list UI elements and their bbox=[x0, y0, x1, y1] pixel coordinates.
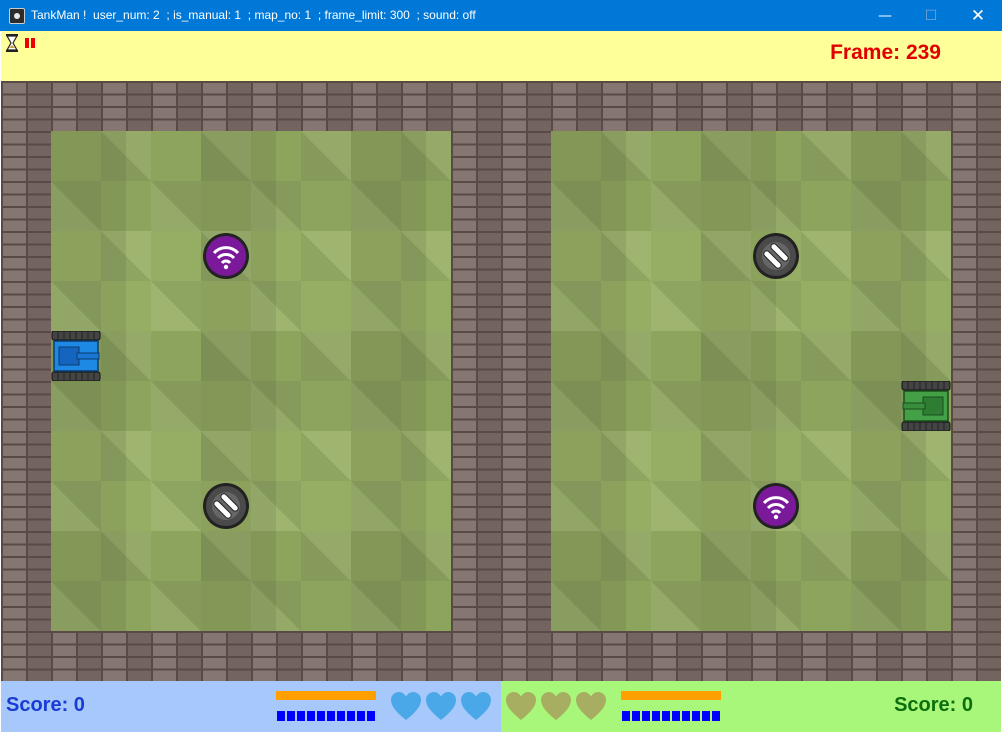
wall-center-divider bbox=[451, 131, 551, 631]
wall-right bbox=[951, 131, 1001, 631]
grass-area-left bbox=[51, 131, 451, 631]
player2-life-heart-icon bbox=[541, 692, 571, 720]
player1-fuel-bar bbox=[276, 691, 376, 700]
window-title: TankMan ! user_num: 2 ; is_manual: 1 ; m… bbox=[31, 8, 476, 22]
app-icon bbox=[9, 8, 25, 24]
player2-life-heart-icon bbox=[506, 692, 536, 720]
player1-life-heart-icon bbox=[426, 692, 456, 720]
ammo-cell bbox=[652, 711, 660, 721]
ammo-cell bbox=[297, 711, 305, 721]
pause-icon[interactable] bbox=[25, 38, 35, 48]
ammo-cell bbox=[682, 711, 690, 721]
minimize-button[interactable]: — bbox=[862, 0, 908, 31]
bullet-station-icon bbox=[753, 233, 799, 279]
bottom-hud: Score: 0 Score: 0 bbox=[1, 681, 1001, 732]
ammo-cell bbox=[662, 711, 670, 721]
player2-hud: Score: 0 bbox=[501, 681, 1001, 732]
player1-life-heart-icon bbox=[391, 692, 421, 720]
bullet-station-icon bbox=[203, 483, 249, 529]
hourglass-icon bbox=[5, 34, 19, 52]
ammo-cell bbox=[622, 711, 630, 721]
maximize-button[interactable]: ☐ bbox=[908, 0, 954, 31]
player1-hud: Score: 0 bbox=[1, 681, 501, 732]
player2-ammo-bar bbox=[622, 711, 720, 721]
oil-station-icon bbox=[753, 483, 799, 529]
ammo-cell bbox=[642, 711, 650, 721]
player1-tank bbox=[51, 331, 101, 381]
grass-area-right bbox=[551, 131, 951, 631]
oil-station-icon bbox=[203, 233, 249, 279]
ammo-cell bbox=[367, 711, 375, 721]
ammo-cell bbox=[702, 711, 710, 721]
player2-life-heart-icon bbox=[576, 692, 606, 720]
player1-life-heart-icon bbox=[461, 692, 491, 720]
ammo-cell bbox=[347, 711, 355, 721]
wall-bottom bbox=[1, 631, 1001, 681]
frame-counter: Frame: 239 bbox=[830, 41, 941, 64]
player2-score: Score: 0 bbox=[894, 694, 973, 716]
ammo-cell bbox=[307, 711, 315, 721]
player2-fuel-bar bbox=[621, 691, 721, 700]
ammo-cell bbox=[327, 711, 335, 721]
top-hud: Frame: 239 bbox=[1, 31, 1001, 82]
ammo-cell bbox=[317, 711, 325, 721]
window-titlebar: TankMan ! user_num: 2 ; is_manual: 1 ; m… bbox=[0, 0, 1002, 31]
wall-left bbox=[1, 131, 51, 631]
ammo-cell bbox=[672, 711, 680, 721]
close-button[interactable]: ✕ bbox=[955, 0, 1001, 31]
ammo-cell bbox=[287, 711, 295, 721]
ammo-cell bbox=[692, 711, 700, 721]
game-playfield bbox=[1, 81, 1001, 681]
ammo-cell bbox=[357, 711, 365, 721]
player1-score: Score: 0 bbox=[6, 694, 85, 716]
player2-tank bbox=[901, 381, 951, 431]
player1-ammo-bar bbox=[277, 711, 375, 721]
ammo-cell bbox=[337, 711, 345, 721]
ammo-cell bbox=[277, 711, 285, 721]
ammo-cell bbox=[712, 711, 720, 721]
wall-top bbox=[1, 81, 1001, 131]
ammo-cell bbox=[632, 711, 640, 721]
